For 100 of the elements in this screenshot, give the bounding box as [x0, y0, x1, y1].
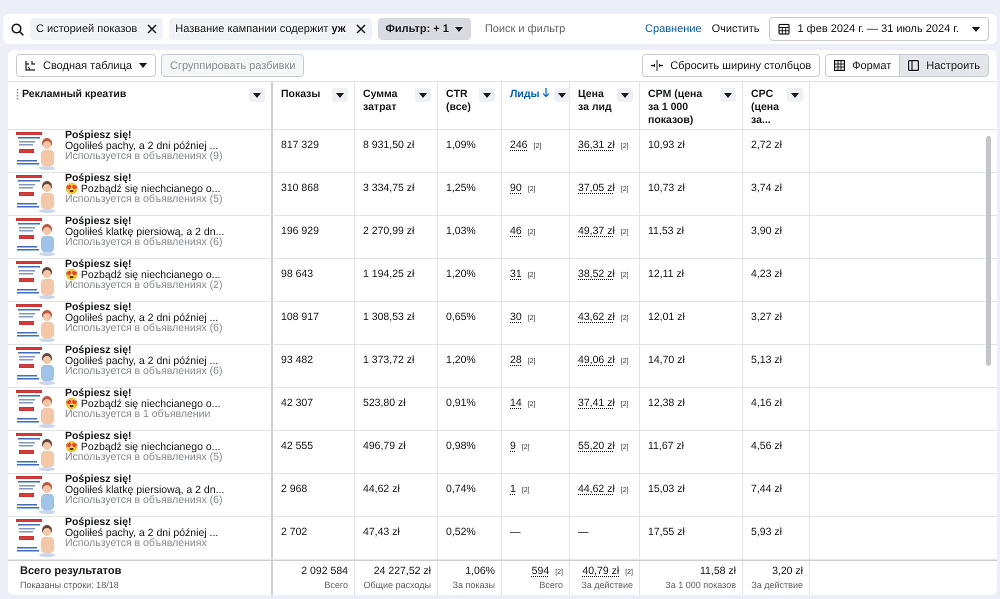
- cpc-value: 4,16 zł: [751, 397, 782, 409]
- cost-per-lead-value[interactable]: 43,62 zł: [578, 311, 615, 323]
- caret-icon: [419, 92, 427, 98]
- ctr-value: 0,91%: [446, 397, 476, 409]
- caret-icon: [621, 92, 629, 98]
- cost-per-lead-value[interactable]: 36,31 zł: [578, 139, 615, 151]
- totals-title: Всего результатов: [20, 565, 122, 577]
- leads-value[interactable]: 246: [510, 139, 528, 151]
- chip-label: С историей показов: [36, 23, 138, 35]
- total-value[interactable]: 594: [532, 565, 550, 577]
- ad-usage: Используется в объявлениях (6): [65, 366, 224, 376]
- cpm-value: 10,93 zł: [648, 139, 685, 151]
- drag-handle-icon: [16, 88, 19, 101]
- column-label[interactable]: CPM (цена за 1 000 показов): [648, 88, 716, 127]
- ad-usage: Используется в объявлениях (6): [65, 495, 224, 506]
- column-menu-button[interactable]: [415, 88, 431, 102]
- impressions-value: 42 555: [281, 440, 314, 452]
- ctr-value: 1,20%: [446, 268, 476, 280]
- ad-text: Ogoliłeś pachy, a 2 dni później ...: [65, 140, 218, 151]
- ad-title[interactable]: Pośpiesz się!: [65, 474, 265, 484]
- column-menu-button[interactable]: [617, 88, 633, 102]
- impressions-value: 196 929: [281, 225, 319, 237]
- ctr-value: 0,74%: [446, 483, 476, 495]
- scrollbar[interactable]: [986, 136, 991, 366]
- impressions-value: 42 307: [281, 397, 314, 409]
- ad-usage: Используется в объявлениях (6): [65, 237, 224, 248]
- total-value: 3,20 zł: [772, 565, 803, 577]
- close-icon: [147, 24, 158, 34]
- ad-title[interactable]: Pośpiesz się!: [65, 388, 265, 398]
- total-value[interactable]: 40,79 zł: [582, 565, 620, 577]
- impressions-value: 310 868: [281, 182, 319, 194]
- column-menu-button[interactable]: [332, 88, 348, 102]
- caret-icon: [454, 26, 463, 32]
- ad-title[interactable]: Pośpiesz się!: [65, 173, 265, 184]
- ad-title[interactable]: Pośpiesz się!: [65, 345, 265, 356]
- cpm-value: 12,01 zł: [648, 311, 685, 323]
- clear-button[interactable]: Очистить: [708, 23, 764, 35]
- total-caption: За 1 000 показов: [664, 580, 736, 590]
- spend-value: 523,80 zł: [363, 397, 406, 409]
- ad-title[interactable]: Pośpiesz się!: [65, 517, 265, 528]
- ad-usage: Используется в объявлениях (9): [65, 151, 224, 162]
- column-label[interactable]: Цена за лид: [578, 88, 613, 114]
- ad-title[interactable]: Pośpiesz się!: [65, 431, 265, 442]
- column-label[interactable]: Рекламный креатив: [22, 88, 126, 101]
- total-value: 24 227,52 zł: [374, 565, 431, 577]
- total-caption: За действие: [580, 580, 633, 590]
- leads-value[interactable]: 90: [510, 182, 522, 194]
- ad-text: 😍 Pozbądź się niechcianego o...: [65, 442, 220, 452]
- cpc-value: 5,93 zł: [751, 526, 782, 538]
- cost-per-lead-value[interactable]: 55,20 zł: [578, 440, 615, 452]
- cost-per-lead-value[interactable]: 49,37 zł: [578, 225, 615, 237]
- grid-icon: [834, 60, 846, 71]
- leads-value[interactable]: 30: [510, 311, 522, 323]
- ad-title[interactable]: Pośpiesz się!: [65, 302, 265, 312]
- caret-icon: [972, 26, 980, 32]
- column-menu-button[interactable]: [249, 88, 265, 102]
- cost-per-lead-value[interactable]: 49,06 zł: [578, 354, 615, 366]
- caret-icon: [558, 92, 566, 98]
- column-menu-button[interactable]: [720, 88, 736, 102]
- leads-value[interactable]: 46: [510, 225, 522, 237]
- format-button[interactable]: Формат: [825, 54, 900, 77]
- column-label[interactable]: CPC (цена за...: [751, 88, 783, 127]
- leads-value[interactable]: 28: [510, 354, 522, 366]
- cost-per-lead-value[interactable]: 37,05 zł: [578, 182, 615, 194]
- column-menu-button[interactable]: [787, 88, 803, 102]
- ad-text: Ogoliłeś pachy, a 2 dni później ...: [65, 312, 218, 323]
- ad-usage: Используется в объявлениях (5): [65, 194, 224, 204]
- leads-value[interactable]: 9: [510, 440, 516, 452]
- total-caption: За показы: [452, 580, 495, 590]
- leads-value[interactable]: 31: [510, 268, 522, 280]
- date-range-picker[interactable]: 1 фев 2024 г. — 31 июль 2024 г.: [769, 17, 989, 41]
- spend-value: 496,79 zł: [363, 440, 406, 452]
- ctr-value: 1,09%: [446, 139, 476, 151]
- total-value: 11,58 zł: [700, 565, 736, 577]
- cost-per-lead-value[interactable]: 44,62 zł: [578, 483, 615, 495]
- cost-per-lead-value[interactable]: 38,52 zł: [578, 268, 615, 280]
- ad-title[interactable]: Pośpiesz się!: [65, 130, 265, 140]
- column-label[interactable]: Сумма затрат: [363, 88, 411, 114]
- filter-chip[interactable]: С историей показов: [30, 18, 164, 40]
- cost-per-lead-value[interactable]: 37,41 zł: [578, 397, 615, 409]
- spend-value: 1 308,53 zł: [363, 311, 414, 323]
- compare-link[interactable]: Сравнение: [645, 23, 702, 35]
- column-label[interactable]: CTR (все): [446, 88, 475, 114]
- filter-button[interactable]: Фильтр: + 1: [378, 18, 471, 40]
- view-select[interactable]: Сводная таблица: [16, 54, 156, 77]
- ad-title[interactable]: Pośpiesz się!: [65, 216, 265, 226]
- cpc-value: 4,23 zł: [751, 268, 782, 280]
- reset-column-width-button[interactable]: Сбросить ширину столбцов: [642, 54, 820, 77]
- caret-icon: [336, 92, 344, 98]
- leads-value[interactable]: 14: [510, 397, 522, 409]
- filter-chip[interactable]: Название кампании содержит уж: [169, 18, 372, 40]
- column-label[interactable]: Показы: [281, 88, 320, 101]
- ad-text: 😍 Pozbądź się niechcianego o...: [65, 184, 220, 194]
- ad-title[interactable]: Pośpiesz się!: [65, 259, 265, 270]
- column-label[interactable]: Лиды: [510, 88, 540, 101]
- column-menu-button[interactable]: [479, 88, 495, 102]
- customize-button[interactable]: Настроить: [900, 54, 989, 77]
- column-menu-button[interactable]: [554, 88, 570, 102]
- ad-text: Ogoliłeś klatkę piersiową, a 2 dn...: [65, 226, 226, 237]
- leads-value[interactable]: 1: [510, 483, 516, 495]
